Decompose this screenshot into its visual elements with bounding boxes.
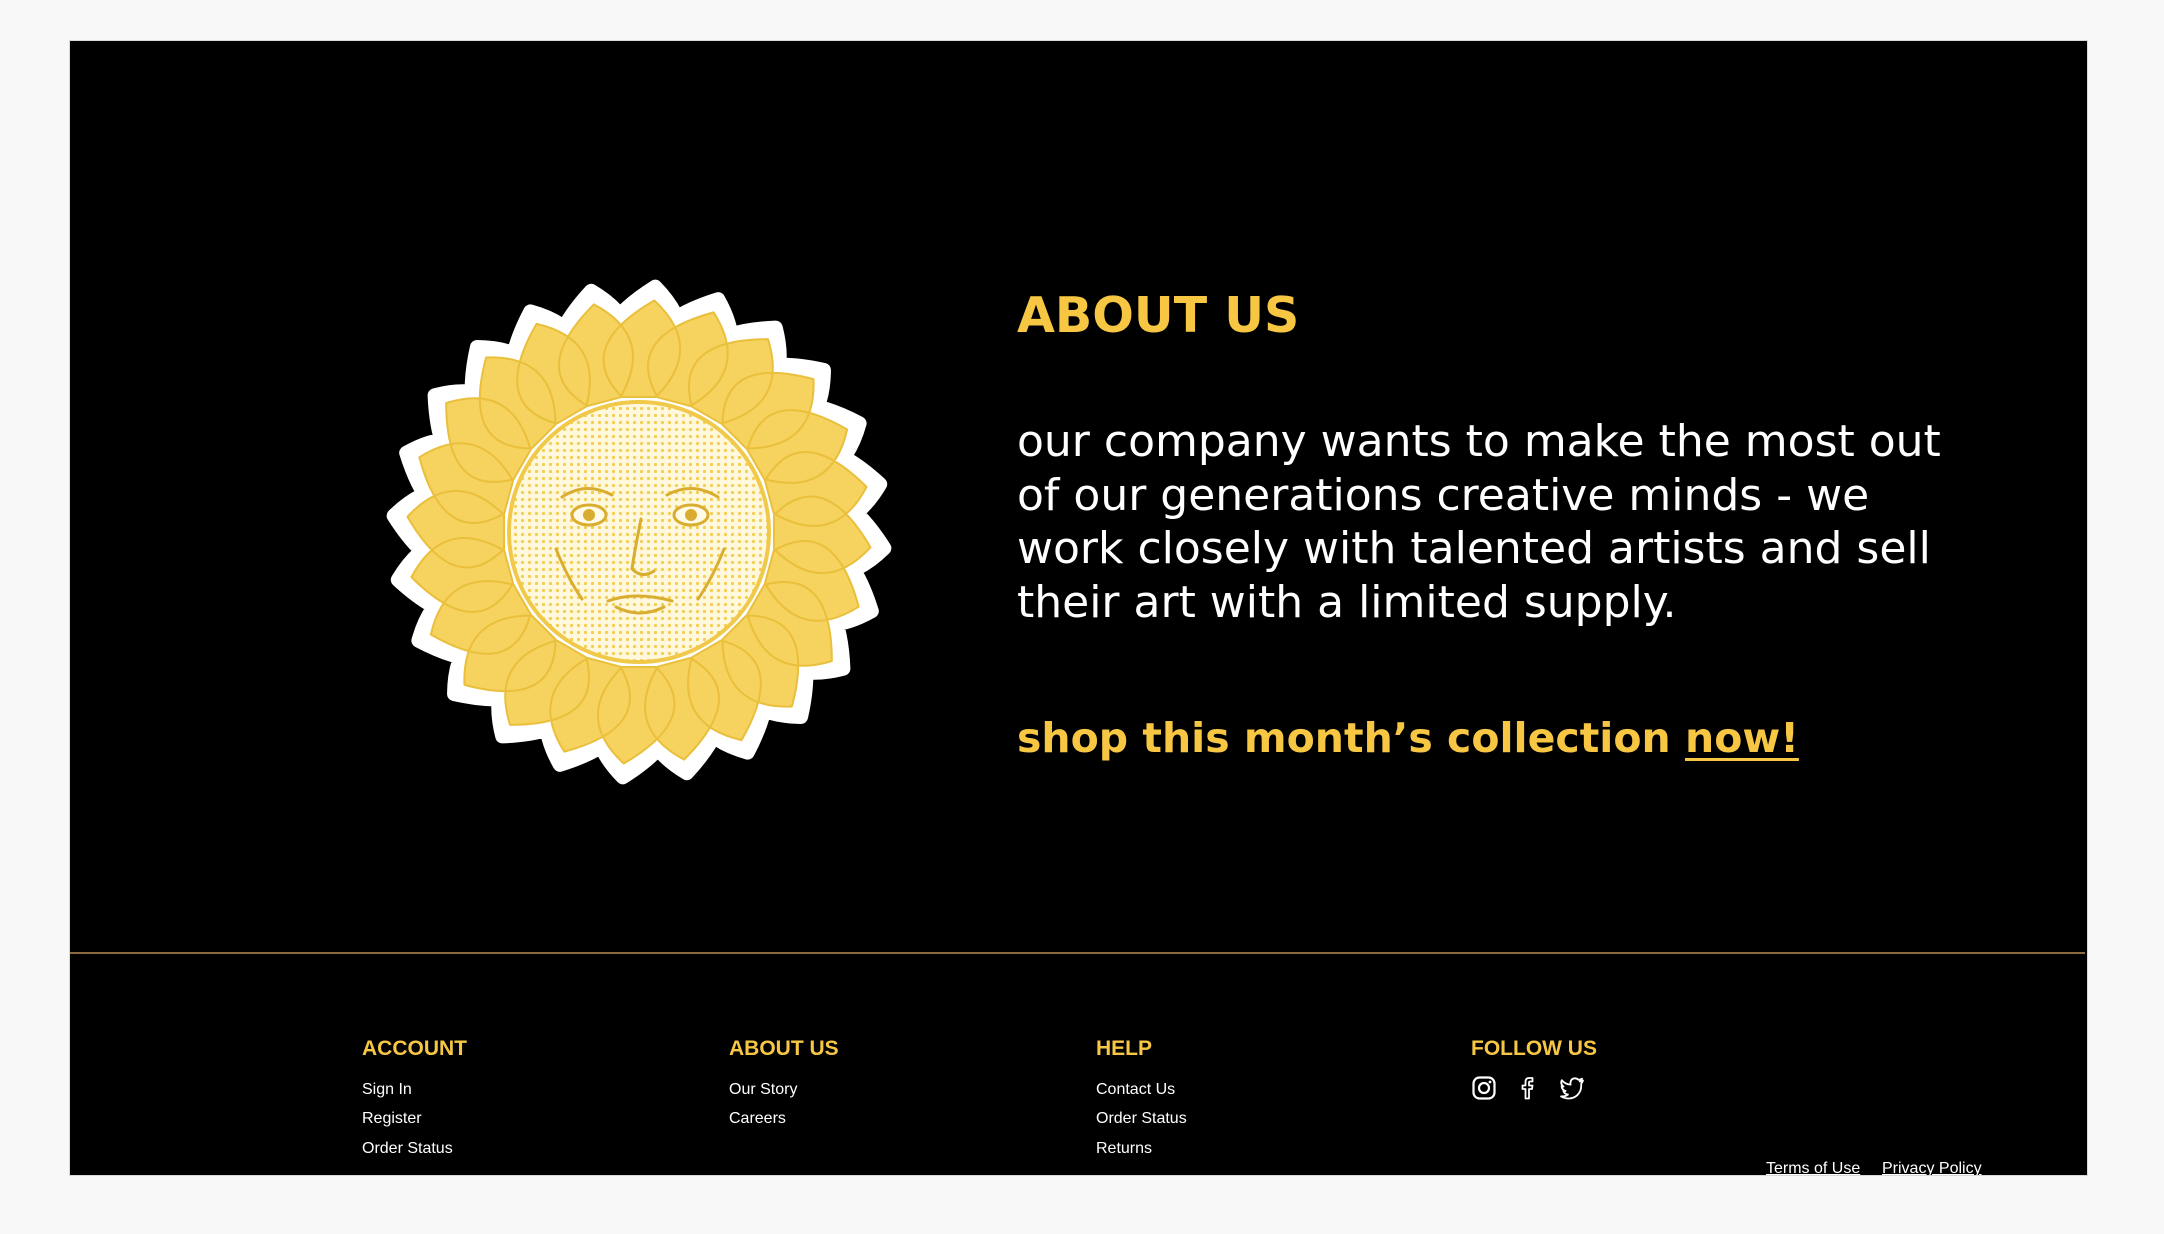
shop-now-link[interactable]: now! <box>1685 714 1799 762</box>
social-links <box>1471 1075 1597 1101</box>
footer-help-heading: HELP <box>1096 1037 1153 1060</box>
instagram-icon[interactable] <box>1471 1075 1497 1101</box>
footer-about-links: Our Story Careers <box>729 1075 839 1134</box>
footer-about-heading: ABOUT US <box>729 1037 839 1060</box>
footer-divider <box>70 952 2085 954</box>
contact-us-link[interactable]: Contact Us <box>1096 1075 1187 1104</box>
about-description: our company wants to make the most out o… <box>1017 416 1941 628</box>
terms-of-use-link[interactable]: Terms of Use <box>1766 1159 1860 1175</box>
footer-account-column: ACCOUNT Sign In Register Order Status <box>362 1036 467 1163</box>
privacy-policy-link[interactable]: Privacy Policy <box>1882 1159 1982 1175</box>
page-frame: ABOUT US our company wants to make the m… <box>69 40 2088 1176</box>
facebook-icon[interactable] <box>1515 1075 1541 1101</box>
footer-about-column: ABOUT US Our Story Careers <box>729 1036 839 1134</box>
footer-account-links: Sign In Register Order Status <box>362 1075 467 1163</box>
footer-follow-column: FOLLOW US <box>1471 1036 1597 1101</box>
about-heading: ABOUT US <box>1017 287 1300 344</box>
order-status-link[interactable]: Order Status <box>362 1134 467 1163</box>
twitter-icon[interactable] <box>1559 1075 1585 1101</box>
register-link[interactable]: Register <box>362 1104 467 1133</box>
footer-account-heading: ACCOUNT <box>362 1037 467 1060</box>
help-order-status-link[interactable]: Order Status <box>1096 1104 1187 1133</box>
sun-face-illustration <box>386 279 892 785</box>
footer-follow-heading: FOLLOW US <box>1471 1037 1597 1060</box>
cta-text: shop this month’s collection <box>1017 714 1685 762</box>
careers-link[interactable]: Careers <box>729 1104 839 1133</box>
our-story-link[interactable]: Our Story <box>729 1075 839 1104</box>
returns-link[interactable]: Returns <box>1096 1134 1187 1163</box>
sign-in-link[interactable]: Sign In <box>362 1075 467 1104</box>
footer-help-links: Contact Us Order Status Returns <box>1096 1075 1187 1163</box>
shop-cta: shop this month’s collection now! <box>1017 708 1799 768</box>
footer-help-column: HELP Contact Us Order Status Returns <box>1096 1036 1187 1163</box>
